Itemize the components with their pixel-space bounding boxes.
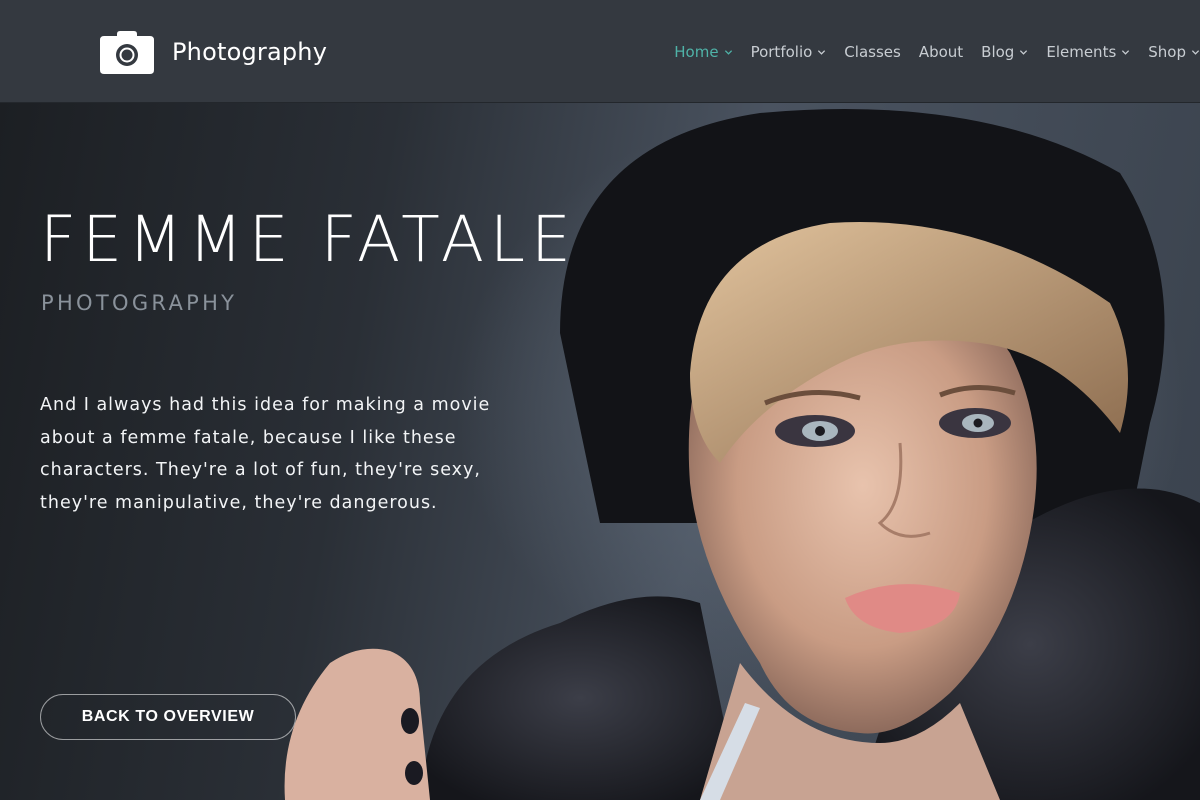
nav-item-label: About [918, 42, 964, 61]
hero-subtitle: PHOTOGRAPHY [41, 291, 238, 315]
main-menu: Home Portfolio Classes About Blog Elemen… [674, 0, 1200, 103]
nav-item-label: Portfolio [750, 42, 813, 61]
nav-item-blog[interactable]: Blog [981, 43, 1028, 61]
nav-item-portfolio[interactable]: Portfolio [751, 43, 827, 61]
chevron-down-icon [724, 49, 732, 55]
hero-section: FEMME FATALE PHOTOGRAPHY And I always ha… [0, 103, 1200, 800]
chevron-down-icon [1122, 49, 1130, 55]
nav-item-elements[interactable]: Elements [1046, 43, 1130, 61]
chevron-down-icon [1020, 49, 1028, 55]
nav-item-about[interactable]: About [919, 43, 963, 61]
back-to-overview-button[interactable]: BACK TO OVERVIEW [40, 694, 296, 740]
site-logo[interactable]: Photography [100, 30, 327, 74]
quote-line: And I always had this idea for making a … [40, 395, 491, 415]
hero-title: FEMME FATALE [40, 203, 577, 276]
nav-item-shop[interactable]: Shop [1148, 43, 1200, 61]
nav-item-label: Blog [981, 42, 1015, 61]
quote-line: about a femme fatale, because I like the… [40, 427, 457, 448]
camera-icon [100, 31, 154, 74]
quote-line: they're manipulative, they're dangerous. [40, 493, 438, 514]
nav-item-classes[interactable]: Classes [844, 43, 901, 61]
hero-quote: And I always had this idea for making a … [40, 389, 560, 520]
chevron-down-icon [818, 49, 826, 55]
nav-item-label: Home [674, 42, 719, 61]
nav-item-label: Elements [1046, 42, 1117, 61]
nav-item-label: Shop [1148, 42, 1186, 61]
nav-item-home[interactable]: Home [674, 43, 732, 61]
chevron-down-icon [1191, 49, 1200, 55]
quote-line: characters. They're a lot of fun, they'r… [40, 460, 481, 481]
nav-item-label: Classes [844, 42, 901, 61]
brand-name: Photography [172, 38, 328, 66]
top-navigation-bar: Photography Home Portfolio Classes About… [0, 0, 1200, 103]
